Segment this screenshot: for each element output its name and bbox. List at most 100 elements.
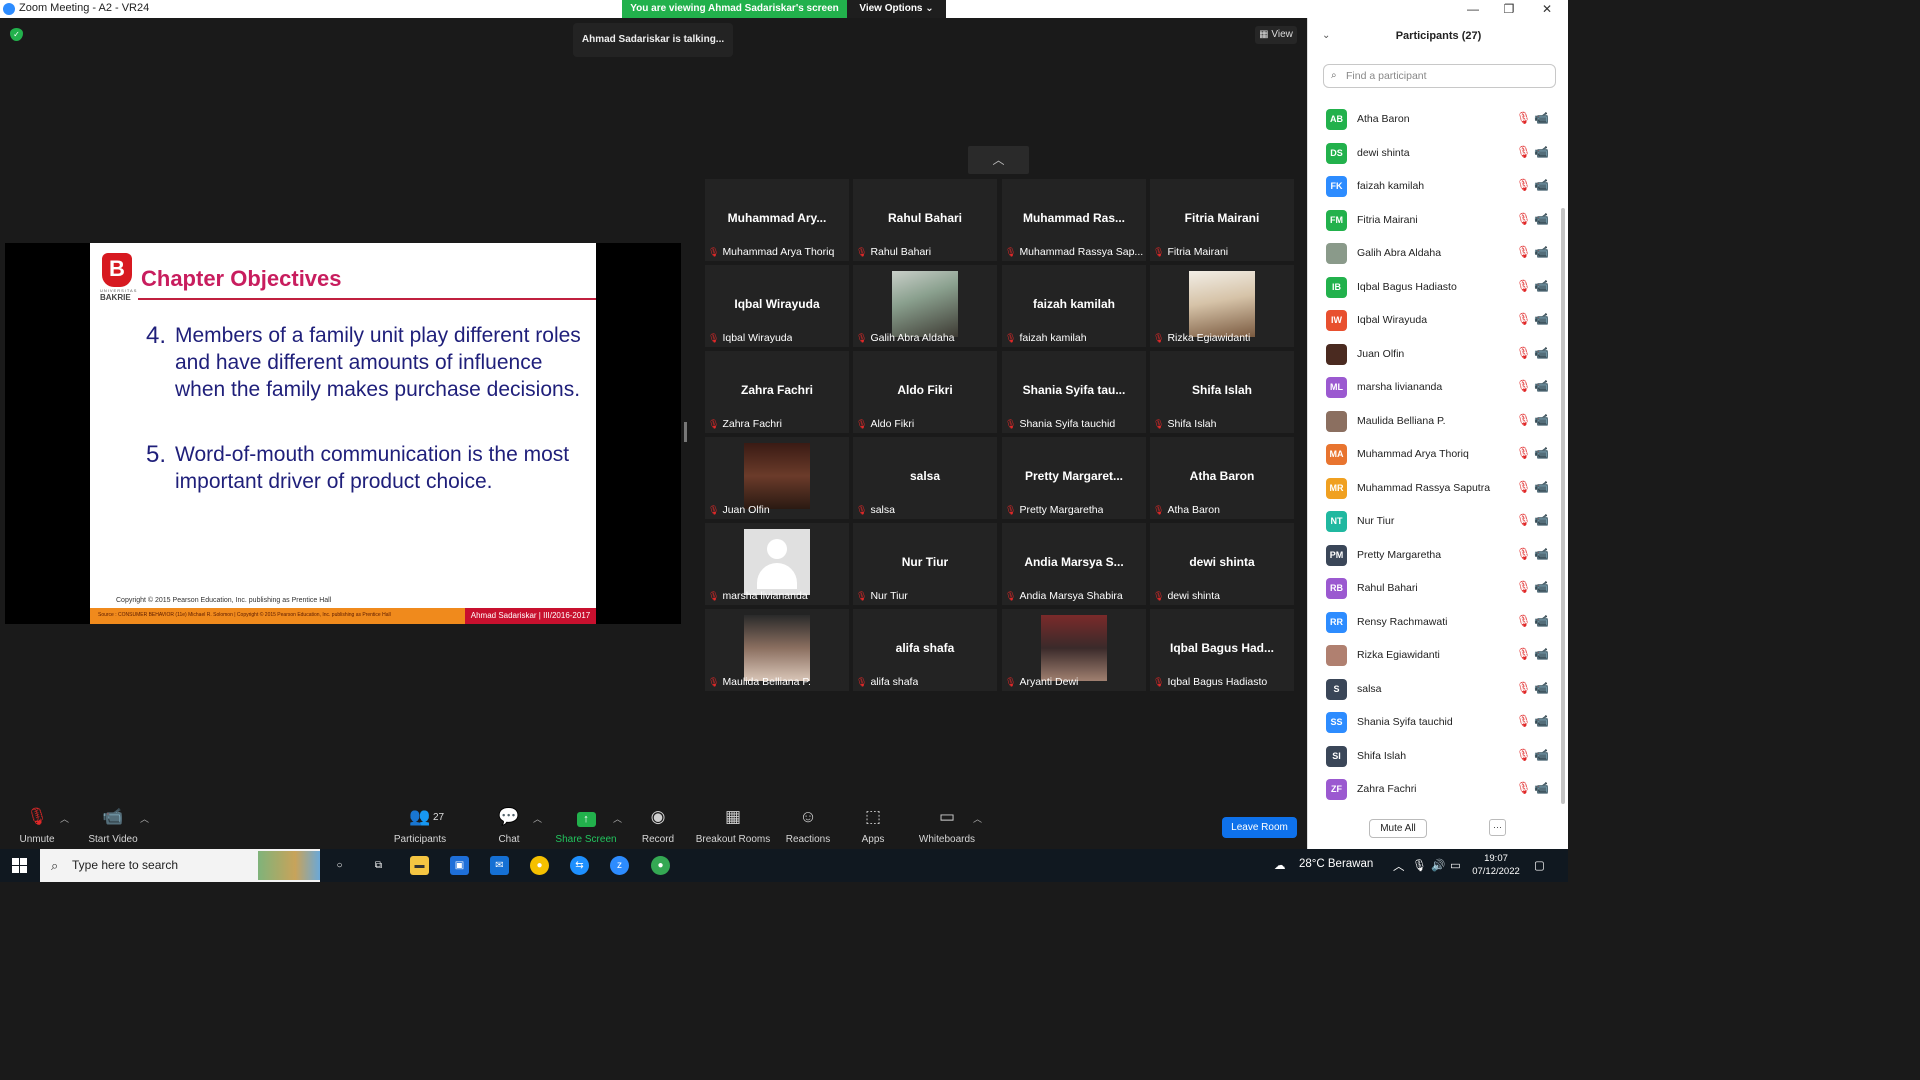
close-button[interactable]: ✕ [1529, 0, 1565, 18]
share-screen-button[interactable]: ↑ Share Screen [554, 806, 618, 845]
participant-row[interactable]: SI Shifa Islah 🎙 📹 [1308, 740, 1558, 773]
video-tile[interactable]: Pretty Margaret... 🎙 Pretty Margaretha [1002, 437, 1146, 519]
taskbar-search-input[interactable]: ⌕ Type here to search [40, 849, 320, 882]
chrome-icon[interactable]: ● [530, 856, 549, 875]
taskbar-clock[interactable]: 19:07 07/12/2022 [1470, 852, 1522, 878]
notifications-icon[interactable]: ▢ [1534, 858, 1545, 872]
apps-button[interactable]: ⬚ Apps [858, 806, 888, 845]
security-shield-icon[interactable]: ✓ [10, 28, 23, 41]
video-tile[interactable]: Iqbal Bagus Had... 🎙 Iqbal Bagus Hadiasto [1150, 609, 1294, 691]
avatar: AB [1326, 109, 1347, 130]
participant-row[interactable]: FM Fitria Mairani 🎙 📹 [1308, 204, 1558, 237]
participant-row[interactable]: SS Shania Syifa tauchid 🎙 📹 [1308, 706, 1558, 739]
video-tile[interactable]: Atha Baron 🎙 Atha Baron [1150, 437, 1294, 519]
share-options-caret-icon[interactable]: ︿ [613, 812, 622, 825]
whiteboard-options-caret-icon[interactable]: ︿ [973, 812, 982, 825]
network-icon[interactable]: ▭ [1450, 858, 1461, 872]
participant-row[interactable]: AB Atha Baron 🎙 📹 [1308, 103, 1558, 136]
leave-room-button[interactable]: Leave Room [1222, 817, 1297, 838]
participant-row[interactable]: RR Rensy Rachmawati 🎙 📹 [1308, 606, 1558, 639]
microsoft-store-icon[interactable]: ▣ [450, 856, 469, 875]
participant-row[interactable]: FK faizah kamilah 🎙 📹 [1308, 170, 1558, 203]
participant-video-photo [744, 615, 810, 681]
mute-all-button[interactable]: Mute All [1369, 819, 1427, 838]
start-video-button[interactable]: 📹 Start Video [86, 806, 140, 845]
participant-list-scrollbar[interactable] [1561, 208, 1565, 804]
video-tile[interactable]: Shania Syifa tau... 🎙 Shania Syifa tauchid [1002, 351, 1146, 433]
weather-cloud-icon[interactable]: ☁ [1274, 858, 1286, 872]
chrome-profile-icon[interactable]: ● [651, 856, 670, 875]
view-button[interactable]: ▦ View [1255, 26, 1297, 44]
participant-row[interactable]: Maulida Belliana P. 🎙 📹 [1308, 405, 1558, 438]
participant-row[interactable]: ZF Zahra Fachri 🎙 📹 [1308, 773, 1558, 806]
breakout-rooms-button[interactable]: ▦ Breakout Rooms [694, 806, 772, 845]
participant-row[interactable]: ML marsha livianandа 🎙 📹 [1308, 371, 1558, 404]
video-tile[interactable]: 🎙 marsha livianandа [705, 523, 849, 605]
video-tile[interactable]: dewi shinta 🎙 dewi shinta [1150, 523, 1294, 605]
video-tile[interactable]: Aldo Fikri 🎙 Aldo Fikri [853, 351, 997, 433]
video-tile[interactable]: Fitria Mairani 🎙 Fitria Mairani [1150, 179, 1294, 261]
video-tile[interactable]: 🎙 Juan Olfin [705, 437, 849, 519]
record-button[interactable]: ◉ Record [640, 806, 676, 845]
participant-row[interactable]: MA Muhammad Arya Thoriq 🎙 📹 [1308, 438, 1558, 471]
tile-label-text: Muhammad Arya Thoriq [722, 246, 835, 258]
chat-button[interactable]: 💬 Chat [494, 806, 524, 845]
video-tile[interactable]: Iqbal Wirayuda 🎙 Iqbal Wirayuda [705, 265, 849, 347]
participant-search-input[interactable]: ⌕ Find a participant [1323, 64, 1556, 88]
participant-row[interactable]: DS dewi shinta 🎙 📹 [1308, 137, 1558, 170]
gallery-page-up-button[interactable]: ︿ [968, 146, 1029, 174]
participant-row[interactable]: MR Muhammad Rassya Saputra 🎙 📹 [1308, 472, 1558, 505]
video-tile[interactable]: Andia Marsya S... 🎙 Andia Marsya Shabira [1002, 523, 1146, 605]
video-tile[interactable]: Shifa Islah 🎙 Shifa Islah [1150, 351, 1294, 433]
slide-copyright: Copyright © 2015 Pearson Education, Inc.… [116, 597, 332, 604]
participant-row[interactable]: Rizka Egiawidanti 🎙 📹 [1308, 639, 1558, 672]
audio-options-caret-icon[interactable]: ︿ [60, 812, 69, 825]
zoom-taskbar-icon[interactable]: z [610, 856, 629, 875]
participant-row[interactable]: PM Pretty Margaretha 🎙 📹 [1308, 539, 1558, 572]
reactions-button[interactable]: ☺ Reactions [784, 806, 832, 845]
volume-icon[interactable]: 🔊 [1431, 858, 1445, 872]
video-tile[interactable]: Muhammad Ary... 🎙 Muhammad Arya Thoriq [705, 179, 849, 261]
video-tile[interactable]: 🎙 Aryanti Dewi [1002, 609, 1146, 691]
video-tile[interactable]: faizah kamilah 🎙 faizah kamilah [1002, 265, 1146, 347]
split-divider-handle[interactable] [684, 422, 687, 442]
windows-start-icon[interactable] [12, 858, 27, 873]
whiteboards-button[interactable]: ▭ Whiteboards [916, 806, 978, 845]
tray-expand-icon[interactable]: ︿ [1393, 858, 1405, 874]
task-view-icon[interactable]: ⧉ [369, 856, 388, 875]
participant-name: faizah kamilah [1357, 180, 1425, 192]
participant-row[interactable]: IB Iqbal Bagus Hadiasto 🎙 📹 [1308, 271, 1558, 304]
view-options-button[interactable]: View Options ⌄ [847, 0, 946, 18]
participant-row[interactable]: Galih Abra Aldaha 🎙 📹 [1308, 237, 1558, 270]
search-icon: ⌕ [51, 858, 59, 873]
participant-row[interactable]: Juan Olfin 🎙 📹 [1308, 338, 1558, 371]
chat-options-caret-icon[interactable]: ︿ [533, 812, 542, 825]
participant-row[interactable]: Ssalsa 🎙 📹 [1308, 673, 1558, 706]
video-tile[interactable]: alifa shafa 🎙 alifa shafa [853, 609, 997, 691]
meeting-toolbar: 🎙 Unmute ︿ 📹 Start Video ︿ 👥 Participant… [0, 800, 1307, 849]
cortana-icon[interactable]: ○ [330, 856, 349, 875]
mail-icon[interactable]: ✉ [490, 856, 509, 875]
video-tile[interactable]: 🎙 Galih Abra Aldaha [853, 265, 997, 347]
video-tile[interactable]: Zahra Fachri 🎙 Zahra Fachri [705, 351, 849, 433]
video-tile[interactable]: Nur Tiur 🎙 Nur Tiur [853, 523, 997, 605]
avatar: SI [1326, 745, 1347, 767]
maximize-button[interactable]: ❐ [1491, 0, 1527, 18]
microphone-tray-icon[interactable]: 🎙 [1412, 858, 1427, 872]
video-tile[interactable]: salsa 🎙 salsa [853, 437, 997, 519]
participant-row[interactable]: RB Rahul Bahari 🎙 📹 [1308, 572, 1558, 605]
teamviewer-icon[interactable]: ⇆ [570, 856, 589, 875]
participant-row[interactable]: NT Nur Tiur 🎙 📹 [1308, 505, 1558, 538]
windows-taskbar: ⌕ Type here to search ○ ⧉ ▬ ▣ ✉ ● ⇆ z ● … [0, 849, 1568, 882]
video-tile[interactable]: Rahul Bahari 🎙 Rahul Bahari [853, 179, 997, 261]
more-options-button[interactable]: ··· [1489, 819, 1506, 836]
minimize-button[interactable]: — [1455, 0, 1491, 18]
unmute-button[interactable]: 🎙 Unmute [16, 806, 58, 845]
video-tile[interactable]: 🎙 Rizka Egiawidanti [1150, 265, 1294, 347]
weather-text[interactable]: 28°C Berawan [1299, 858, 1373, 870]
video-options-caret-icon[interactable]: ︿ [140, 812, 149, 825]
video-tile[interactable]: Muhammad Ras... 🎙 Muhammad Rassya Sap... [1002, 179, 1146, 261]
participant-row[interactable]: IW Iqbal Wirayuda 🎙 📹 [1308, 304, 1558, 337]
video-tile[interactable]: 🎙 Maulida Belliana P. [705, 609, 849, 691]
file-explorer-icon[interactable]: ▬ [410, 856, 429, 875]
